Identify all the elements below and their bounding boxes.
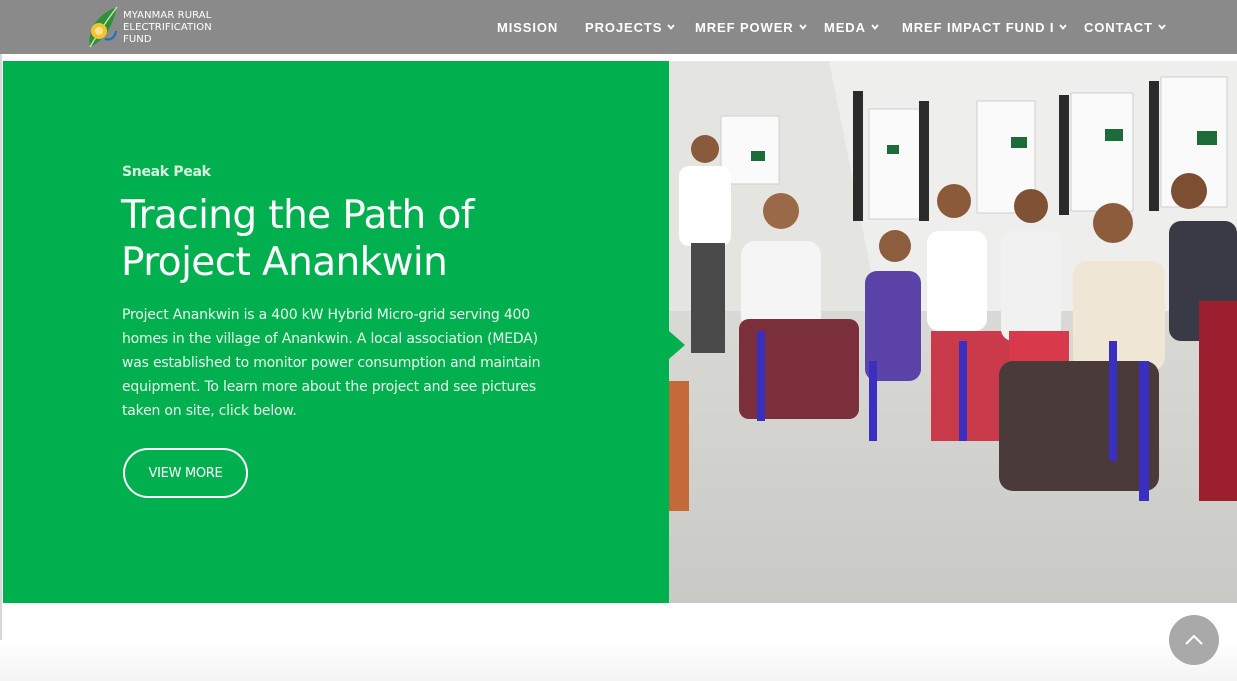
scroll-to-top-button[interactable] — [1169, 615, 1219, 665]
leaf-lightbulb-icon — [89, 6, 118, 48]
site-header: MYANMAR RURAL ELECTRIFICATION FUND MISSI… — [0, 0, 1237, 54]
nav-item-mref-power[interactable]: MREF POWER — [695, 19, 807, 35]
nav-item-label: CONTACT — [1084, 19, 1153, 35]
nav-item-contact[interactable]: CONTACT — [1084, 19, 1166, 35]
logo-line-1: MYANMAR RURAL — [123, 10, 212, 21]
nav-item-mref-impact-fund[interactable]: MREF IMPACT FUND I — [902, 19, 1068, 35]
meeting-photo-illustration — [669, 61, 1237, 603]
hero-pointer — [669, 331, 685, 359]
view-more-button[interactable]: VIEW MORE — [123, 448, 248, 498]
chevron-down-icon — [798, 24, 807, 30]
hero-eyebrow: Sneak Peak — [122, 164, 211, 180]
logo-line-3: FUND — [123, 34, 152, 45]
chevron-down-icon — [871, 24, 879, 30]
site-logo[interactable]: MYANMAR RURAL ELECTRIFICATION FUND — [85, 4, 212, 52]
nav-item-label: PROJECTS — [585, 19, 663, 35]
nav-item-projects[interactable]: PROJECTS — [585, 19, 675, 35]
hero-description: Project Anankwin is a 400 kW Hybrid Micr… — [122, 307, 541, 419]
nav-item-mission[interactable]: MISSION — [497, 19, 558, 35]
nav-item-label: MREF POWER — [695, 19, 794, 35]
section-divider — [0, 640, 1237, 681]
chevron-down-icon — [1158, 24, 1166, 30]
nav-item-label: MREF IMPACT FUND I — [902, 19, 1055, 35]
hero-title-line-1: Tracing the Path of — [121, 193, 474, 238]
hero-title-line-2: Project Anankwin — [121, 240, 448, 285]
logo-text: MYANMAR RURAL ELECTRIFICATION FUND — [123, 10, 212, 46]
nav-item-label: MEDA — [824, 19, 866, 35]
chevron-down-icon — [667, 24, 675, 30]
logo-line-2: ELECTRIFICATION — [123, 22, 212, 33]
chevron-down-icon — [1059, 24, 1068, 30]
nav-item-meda[interactable]: MEDA — [824, 19, 879, 35]
project-photo — [669, 61, 1237, 603]
nav-item-label: MISSION — [497, 19, 559, 35]
frame-border — [0, 54, 2, 681]
hero-title: Tracing the Path of Project Anankwin — [121, 192, 581, 286]
chevron-up-icon — [1185, 634, 1203, 645]
